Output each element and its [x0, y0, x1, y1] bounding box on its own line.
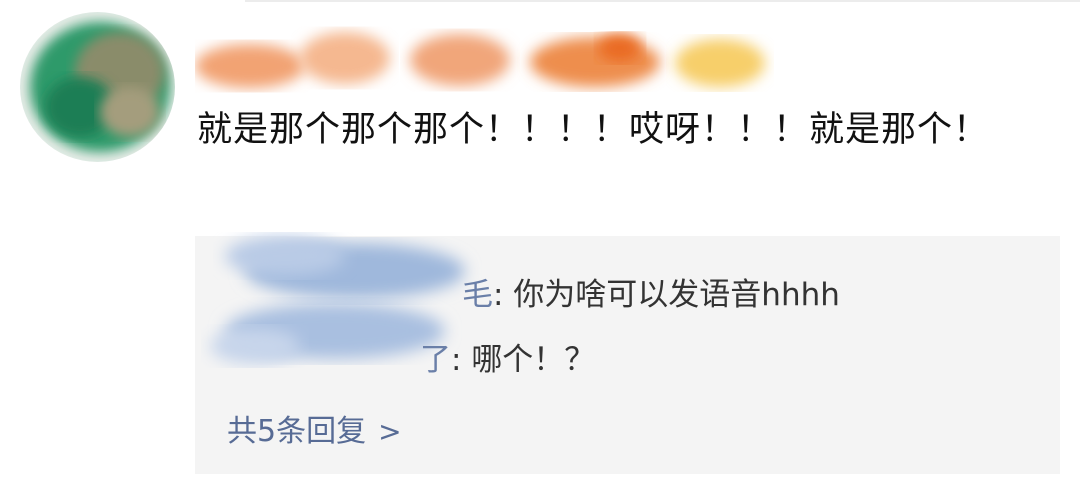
chevron-right-icon[interactable]: >	[378, 415, 401, 448]
view-more-replies-link[interactable]: 共5条回复 >	[227, 406, 402, 450]
reply-text: 哪个！？	[471, 342, 596, 378]
reply-text: 你为啥可以发语音hhhh	[513, 277, 840, 313]
reply-author[interactable]: 毛	[223, 269, 493, 314]
reply-item[interactable]: 毛: 你为啥可以发语音hhhh	[223, 269, 840, 314]
top-divider	[245, 0, 1080, 2]
reply-author-visible[interactable]: 了	[420, 342, 451, 378]
reply-author[interactable]: 了	[223, 334, 451, 379]
reply-author-visible[interactable]: 毛	[462, 277, 493, 313]
more-replies-label[interactable]: 共5条回复	[227, 414, 366, 449]
author-name-redacted	[195, 18, 795, 98]
reply-section: 毛: 你为啥可以发语音hhhh 了: 哪个！？ 共5条回复 >	[195, 236, 1060, 474]
avatar[interactable]	[20, 12, 175, 162]
reply-separator: :	[451, 342, 472, 378]
comment-text: 就是那个那个那个！！！！哎呀！！！就是那个！	[197, 110, 990, 150]
reply-item[interactable]: 了: 哪个！？	[223, 334, 595, 379]
reply-separator: :	[493, 277, 514, 313]
